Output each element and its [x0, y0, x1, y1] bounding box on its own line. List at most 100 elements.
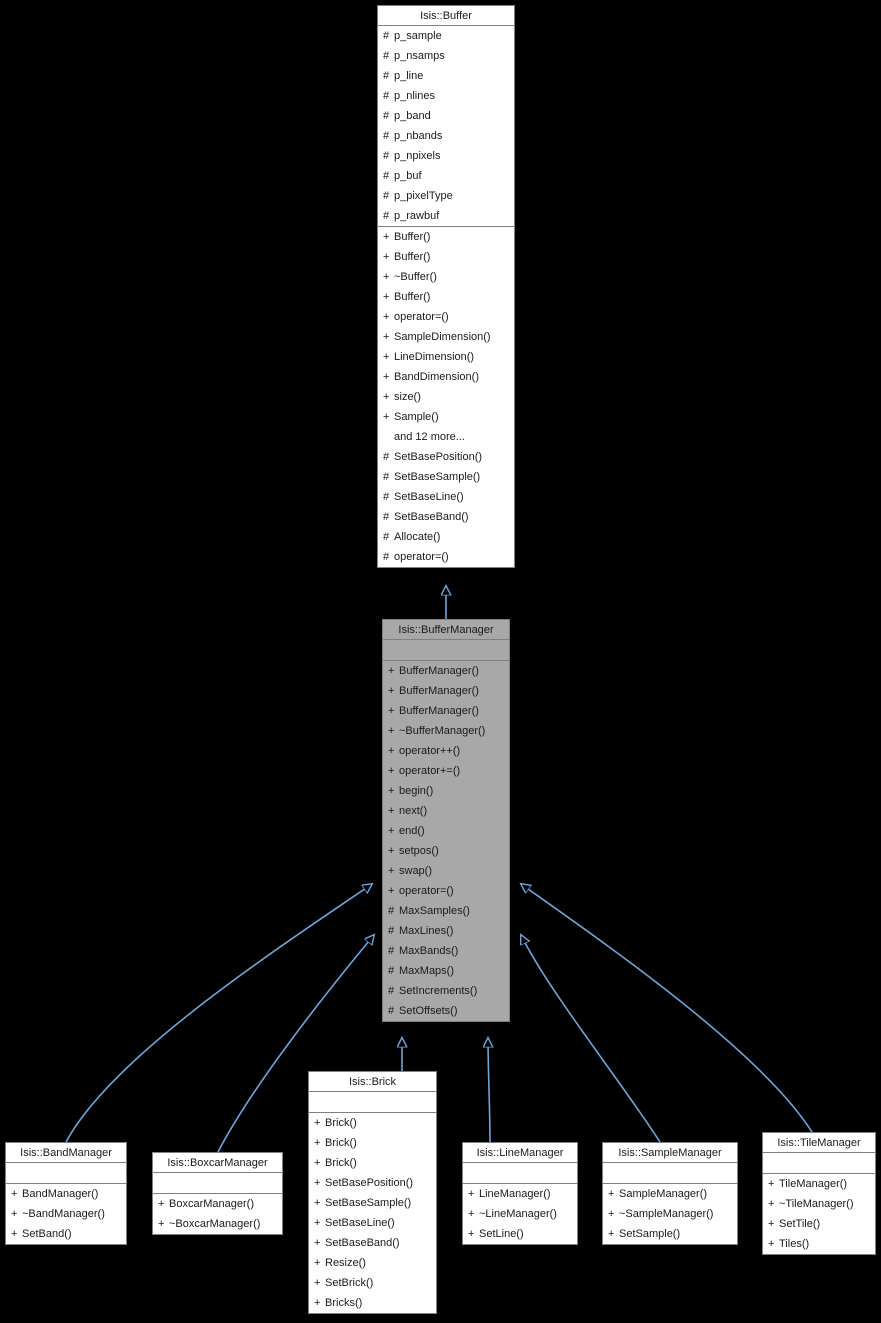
visibility-marker: +: [608, 1208, 615, 1220]
method-row: + swap(): [383, 861, 509, 881]
method-row: and 12 more...: [378, 427, 514, 447]
visibility-marker: +: [388, 805, 395, 817]
attribute-row: # p_npixels: [378, 146, 514, 166]
visibility-marker: +: [388, 845, 395, 857]
member-label: Buffer(): [394, 291, 431, 303]
class-box-buffermanager[interactable]: Isis::BufferManager + BufferManager() + Buff…: [382, 619, 510, 1022]
member-label: BandManager(): [22, 1188, 99, 1200]
visibility-marker: +: [383, 371, 390, 383]
method-row: + BufferManager(): [383, 701, 509, 721]
class-box-buffer[interactable]: Isis::Buffer # p_sample # p_nsamps # p_line # p_…: [377, 5, 515, 568]
member-label: BufferManager(): [399, 705, 479, 717]
visibility-marker: +: [11, 1228, 18, 1240]
visibility-marker: +: [468, 1188, 475, 1200]
member-label: p_buf: [394, 170, 422, 182]
visibility-marker: +: [388, 665, 395, 677]
methods-compartment: + BandManager() + ~BandManager() + SetBand(): [6, 1184, 126, 1244]
class-title: Isis::Brick: [309, 1072, 436, 1092]
attributes-compartment: [309, 1092, 436, 1113]
method-row: # SetBasePosition(): [378, 447, 514, 467]
member-label: p_nsamps: [394, 50, 445, 62]
method-row: # Allocate(): [378, 527, 514, 547]
visibility-marker: +: [314, 1157, 321, 1169]
method-row: + ~LineManager(): [463, 1204, 577, 1224]
method-row: + operator=(): [378, 307, 514, 327]
inheritance-arrow-tilemanager-to-buffermanager: [521, 884, 813, 1133]
class-box-brick[interactable]: Isis::Brick + Brick() + Brick() + Brick() + SetB…: [308, 1071, 437, 1314]
visibility-marker: +: [383, 311, 390, 323]
member-label: size(): [394, 391, 421, 403]
method-row: # SetBaseLine(): [378, 487, 514, 507]
method-row: # SetOffsets(): [383, 1001, 509, 1021]
method-row: + BandDimension(): [378, 367, 514, 387]
attributes-compartment: [763, 1153, 875, 1174]
method-row: + Buffer(): [378, 247, 514, 267]
method-row: # MaxLines(): [383, 921, 509, 941]
visibility-marker: #: [388, 905, 395, 917]
class-box-boxcarmanager[interactable]: Isis::BoxcarManager + BoxcarManager() + ~Box…: [152, 1152, 283, 1235]
visibility-marker: +: [314, 1137, 321, 1149]
member-label: SetBrick(): [325, 1277, 374, 1289]
visibility-marker: +: [314, 1237, 321, 1249]
method-row: + Brick(): [309, 1153, 436, 1173]
member-label: Bricks(): [325, 1297, 363, 1309]
visibility-marker: #: [388, 945, 395, 957]
member-label: p_line: [394, 70, 424, 82]
member-label: Brick(): [325, 1137, 357, 1149]
visibility-marker: +: [314, 1117, 321, 1129]
method-row: + BufferManager(): [383, 661, 509, 681]
member-label: ~TileManager(): [779, 1198, 854, 1210]
visibility-marker: #: [383, 110, 390, 122]
visibility-marker: +: [608, 1228, 615, 1240]
member-label: p_npixels: [394, 150, 441, 162]
class-box-samplemanager[interactable]: Isis::SampleManager + SampleManager() + ~Sam…: [602, 1142, 738, 1245]
member-label: LineManager(): [479, 1188, 551, 1200]
visibility-marker: +: [388, 885, 395, 897]
member-label: SetOffsets(): [399, 1005, 458, 1017]
member-label: ~BoxcarManager(): [169, 1218, 261, 1230]
member-label: begin(): [399, 785, 434, 797]
method-row: + BandManager(): [6, 1184, 126, 1204]
visibility-marker: +: [11, 1208, 18, 1220]
visibility-marker: +: [314, 1257, 321, 1269]
visibility-marker: +: [314, 1297, 321, 1309]
member-label: SetBaseBand(): [394, 511, 469, 523]
member-label: next(): [399, 805, 428, 817]
visibility-marker: +: [383, 351, 390, 363]
attributes-compartment: [383, 640, 509, 661]
attributes-compartment: [603, 1163, 737, 1184]
member-label: SampleManager(): [619, 1188, 708, 1200]
member-label: p_sample: [394, 30, 442, 42]
class-box-bandmanager[interactable]: Isis::BandManager + BandManager() + ~BandMan…: [5, 1142, 127, 1245]
visibility-marker: +: [388, 785, 395, 797]
visibility-marker: +: [388, 745, 395, 757]
class-box-tilemanager[interactable]: Isis::TileManager + TileManager() + ~TileMan…: [762, 1132, 876, 1255]
visibility-marker: #: [383, 150, 390, 162]
method-row: + LineDimension(): [378, 347, 514, 367]
visibility-marker: #: [383, 190, 390, 202]
member-label: operator+=(): [399, 765, 461, 777]
visibility-marker: #: [388, 965, 395, 977]
member-label: Resize(): [325, 1257, 366, 1269]
visibility-marker: #: [388, 985, 395, 997]
method-row: + SetBand(): [6, 1224, 126, 1244]
visibility-marker: +: [383, 271, 390, 283]
member-label: end(): [399, 825, 425, 837]
member-label: Brick(): [325, 1117, 357, 1129]
method-row: + Bricks(): [309, 1293, 436, 1313]
member-label: SetBaseBand(): [325, 1237, 400, 1249]
method-row: + Brick(): [309, 1133, 436, 1153]
member-label: ~BandManager(): [22, 1208, 105, 1220]
visibility-marker: +: [388, 685, 395, 697]
member-label: ~Buffer(): [394, 271, 437, 283]
visibility-marker: #: [383, 551, 390, 563]
methods-compartment: + Brick() + Brick() + Brick() + SetBasePosition…: [309, 1113, 436, 1313]
method-row: # operator=(): [378, 547, 514, 567]
member-label: SetBasePosition(): [325, 1177, 414, 1189]
visibility-marker: +: [158, 1218, 165, 1230]
method-row: + BoxcarManager(): [153, 1194, 282, 1214]
visibility-marker: +: [768, 1178, 775, 1190]
class-box-linemanager[interactable]: Isis::LineManager + LineManager() + ~LineMan…: [462, 1142, 578, 1245]
method-row: + Buffer(): [378, 287, 514, 307]
visibility-marker: #: [388, 1005, 395, 1017]
